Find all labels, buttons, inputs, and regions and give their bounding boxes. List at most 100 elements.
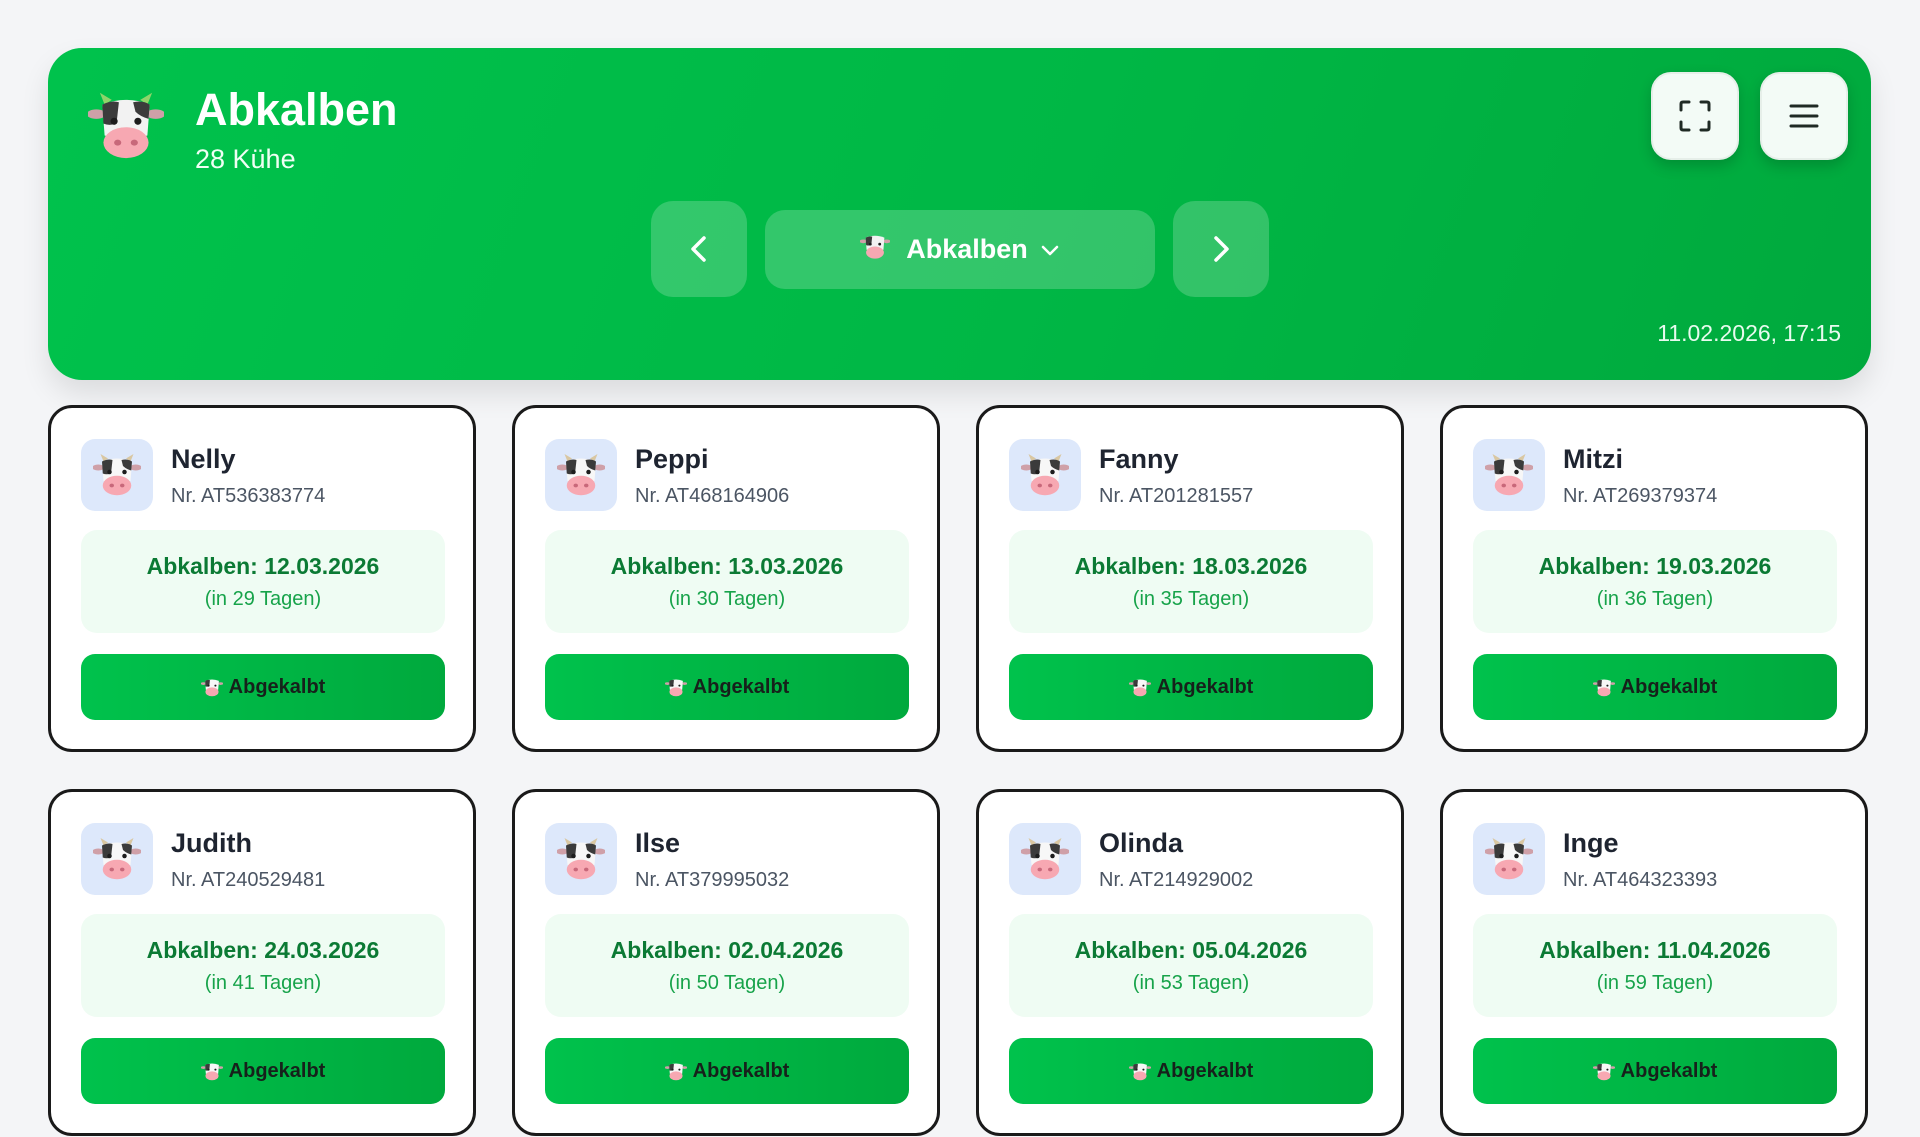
cow-card: Judith Nr. AT240529481 Abkalben: 24.03.2…: [48, 789, 476, 1136]
cow-card: Olinda Nr. AT214929002 Abkalben: 05.04.2…: [976, 789, 1404, 1136]
calved-button[interactable]: Abgekalbt: [545, 654, 909, 720]
calving-date: Abkalben: 13.03.2026: [610, 553, 844, 579]
avatar: [1009, 439, 1081, 511]
calved-button-label: Abgekalbt: [692, 1059, 790, 1082]
chevron-down-icon: [1041, 245, 1059, 255]
previous-view-button[interactable]: [651, 201, 747, 297]
avatar: [545, 823, 617, 895]
cow-card: Peppi Nr. AT468164906 Abkalben: 13.03.20…: [512, 405, 940, 752]
cow-name: Mitzi: [1563, 444, 1623, 474]
cow-icon: [1021, 454, 1069, 496]
cow-name: Olinda: [1099, 828, 1184, 858]
chevron-left-icon: [691, 236, 706, 262]
cow-name: Judith: [171, 828, 252, 858]
current-datetime: 11.02.2026, 17:15: [1657, 320, 1841, 346]
cow-name: Peppi: [635, 444, 709, 474]
calved-button[interactable]: Abgekalbt: [1009, 1038, 1373, 1104]
view-selector-dropdown[interactable]: Abkalben: [765, 210, 1155, 289]
calved-button-label: Abgekalbt: [692, 675, 790, 698]
calved-button[interactable]: Abgekalbt: [81, 654, 445, 720]
days-until-calving: (in 30 Tagen): [668, 588, 786, 610]
days-until-calving: (in 29 Tagen): [204, 588, 322, 610]
menu-button[interactable]: [1760, 72, 1848, 160]
days-until-calving: (in 41 Tagen): [204, 972, 322, 994]
calving-date: Abkalben: 11.04.2026: [1539, 937, 1771, 963]
cow-number: Nr. AT214929002: [1099, 869, 1254, 891]
calving-info: Abkalben: 05.04.2026 (in 53 Tagen): [1009, 914, 1373, 1017]
calving-info: Abkalben: 12.03.2026 (in 29 Tagen): [81, 530, 445, 633]
cow-number: Nr. AT269379374: [1563, 485, 1718, 507]
dropdown-label: Abkalben: [906, 234, 1028, 264]
cow-card: Ilse Nr. AT379995032 Abkalben: 02.04.202…: [512, 789, 940, 1136]
calving-date: Abkalben: 19.03.2026: [1538, 553, 1772, 579]
calved-button[interactable]: Abgekalbt: [1473, 1038, 1837, 1104]
cow-number: Nr. AT240529481: [171, 869, 326, 891]
avatar: [1473, 439, 1545, 511]
cow-icon: [93, 838, 141, 880]
cow-icon: [1128, 679, 1151, 697]
calved-button[interactable]: Abgekalbt: [545, 1038, 909, 1104]
avatar: [1009, 823, 1081, 895]
hamburger-menu-icon: [1789, 104, 1819, 128]
cow-number: Nr. AT536383774: [171, 485, 326, 507]
days-until-calving: (in 50 Tagen): [668, 972, 786, 994]
calved-button[interactable]: Abgekalbt: [1009, 654, 1373, 720]
fullscreen-icon: [1679, 100, 1711, 132]
cow-icon: [200, 679, 223, 697]
calving-info: Abkalben: 11.04.2026 (in 59 Tagen): [1473, 914, 1837, 1017]
cow-card: Fanny Nr. AT201281557 Abkalben: 18.03.20…: [976, 405, 1404, 752]
calved-button-label: Abgekalbt: [228, 675, 326, 698]
cow-icon: [1592, 1063, 1615, 1081]
cow-card: Nelly Nr. AT536383774 Abkalben: 12.03.20…: [48, 405, 476, 752]
page-title: Abkalben: [195, 84, 398, 135]
cow-name: Nelly: [171, 444, 236, 474]
calving-date: Abkalben: 05.04.2026: [1074, 937, 1308, 963]
calved-button-label: Abgekalbt: [1156, 1059, 1254, 1082]
cow-name: Fanny: [1099, 444, 1179, 474]
calved-button-label: Abgekalbt: [228, 1059, 326, 1082]
header-banner: Abkalben 28 Kühe Abkalben 11.02.2026, 17…: [48, 48, 1871, 380]
cow-icon: [664, 1063, 687, 1081]
cow-icon: [859, 231, 891, 268]
cow-icon: [1485, 838, 1533, 880]
cow-count: 28 Kühe: [195, 144, 296, 174]
cow-icon: [1128, 1063, 1151, 1081]
avatar: [545, 439, 617, 511]
fullscreen-button[interactable]: [1651, 72, 1739, 160]
cow-number: Nr. AT468164906: [635, 485, 790, 507]
cow-icon: [1485, 454, 1533, 496]
cow-icon: [200, 1063, 223, 1081]
cow-icon: [1021, 838, 1069, 880]
cow-card: Mitzi Nr. AT269379374 Abkalben: 19.03.20…: [1440, 405, 1868, 752]
calved-button[interactable]: Abgekalbt: [1473, 654, 1837, 720]
calving-date: Abkalben: 12.03.2026: [146, 553, 380, 579]
cow-name: Ilse: [635, 828, 681, 858]
calving-date: Abkalben: 24.03.2026: [146, 937, 380, 963]
days-until-calving: (in 35 Tagen): [1132, 588, 1250, 610]
chevron-right-icon: [1214, 236, 1229, 262]
calving-info: Abkalben: 13.03.2026 (in 30 Tagen): [545, 530, 909, 633]
cow-icon: [93, 454, 141, 496]
calving-date: Abkalben: 18.03.2026: [1074, 553, 1308, 579]
cow-icon: [664, 679, 687, 697]
days-until-calving: (in 59 Tagen): [1596, 972, 1714, 994]
avatar: [81, 439, 153, 511]
calved-button-label: Abgekalbt: [1156, 675, 1254, 698]
next-view-button[interactable]: [1173, 201, 1269, 297]
cow-card: Inge Nr. AT464323393 Abkalben: 11.04.202…: [1440, 789, 1868, 1136]
calving-info: Abkalben: 02.04.2026 (in 50 Tagen): [545, 914, 909, 1017]
calved-button-label: Abgekalbt: [1620, 675, 1718, 698]
cow-icon: [557, 454, 605, 496]
calving-date: Abkalben: 02.04.2026: [610, 937, 844, 963]
calved-button-label: Abgekalbt: [1620, 1059, 1718, 1082]
cow-number: Nr. AT464323393: [1563, 869, 1718, 891]
calving-info: Abkalben: 18.03.2026 (in 35 Tagen): [1009, 530, 1373, 633]
days-until-calving: (in 53 Tagen): [1132, 972, 1250, 994]
days-until-calving: (in 36 Tagen): [1596, 588, 1714, 610]
cow-number: Nr. AT201281557: [1099, 485, 1254, 507]
cow-icon: [1592, 679, 1615, 697]
cow-name: Inge: [1563, 828, 1619, 858]
avatar: [1473, 823, 1545, 895]
calved-button[interactable]: Abgekalbt: [81, 1038, 445, 1104]
avatar: [81, 823, 153, 895]
